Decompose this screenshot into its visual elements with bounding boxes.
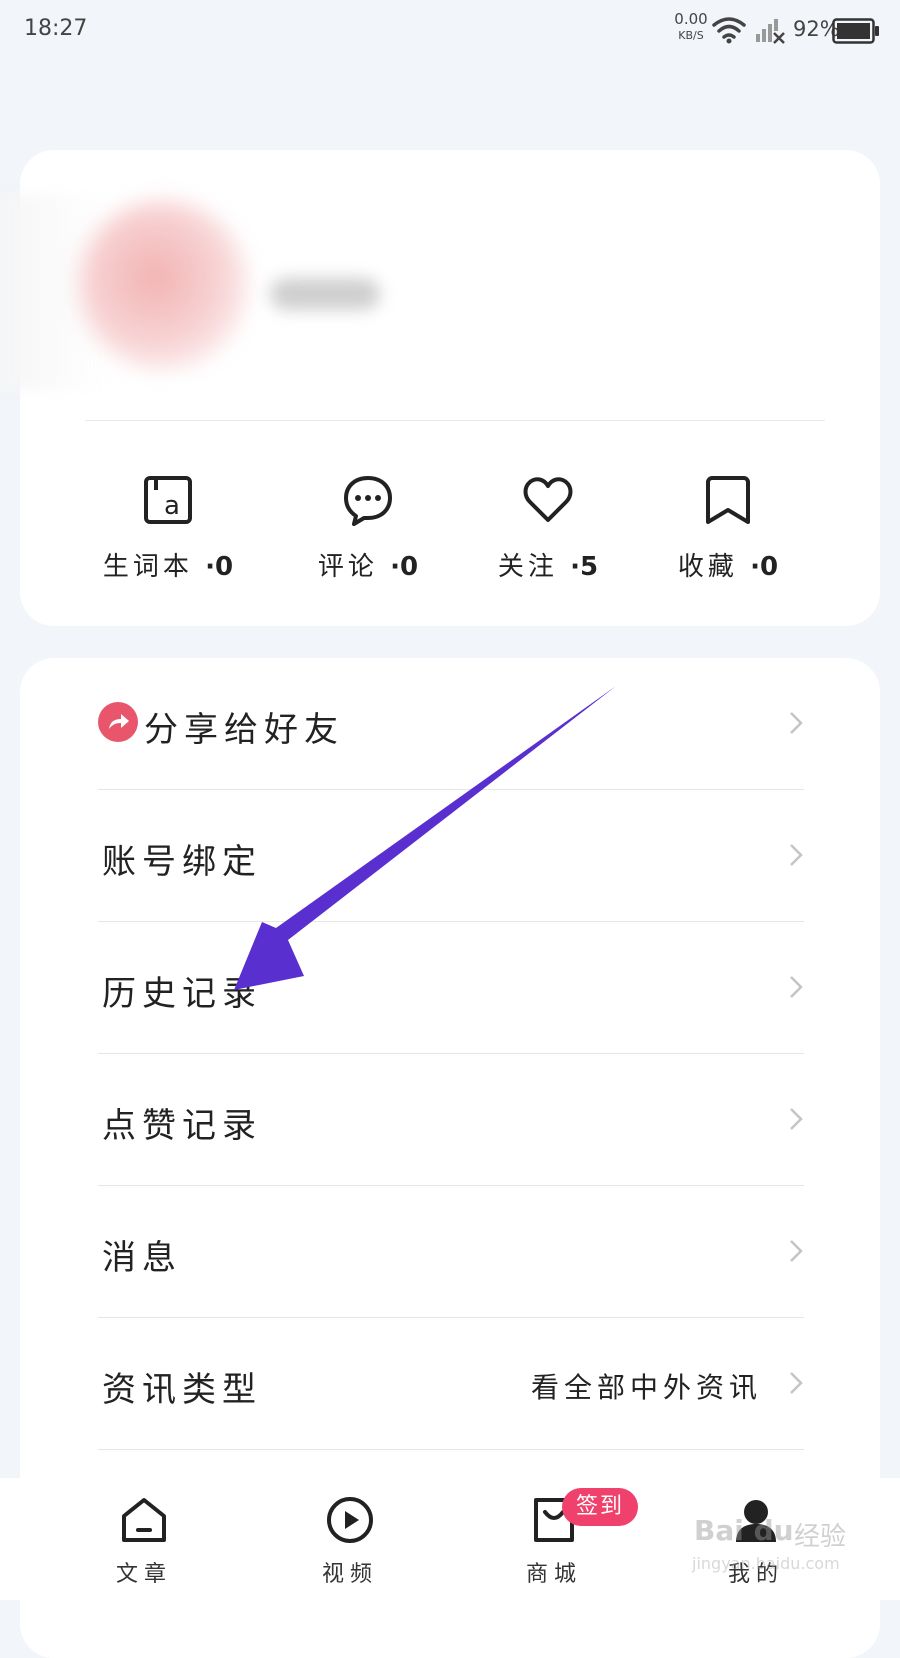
chevron-right-icon (790, 844, 803, 866)
cellular-signal-icon (756, 19, 785, 44)
battery-icon (832, 18, 879, 44)
watermark-brand-cn: 经验 (794, 1522, 847, 1552)
stat-vocabulary[interactable]: a 生词本 ·0 (78, 470, 258, 600)
comment-bubble-icon (344, 476, 392, 526)
nav-item-shop-label: 商城 (525, 1562, 582, 1587)
avatar[interactable] (78, 200, 248, 370)
profile-card: a 生词本 ·0 评论 ·0 关注 ·5 收藏 ·0 (0, 150, 880, 626)
menu-item-news-type[interactable]: 资讯类型 看全部中外资讯 (98, 1318, 804, 1450)
nav-item-videos[interactable]: 视频 (290, 1494, 410, 1594)
chevron-right-icon (790, 1240, 803, 1262)
menu-item-likes-label: 点赞记录 (102, 1106, 262, 1146)
chevron-right-icon (790, 712, 803, 734)
vocabulary-book-icon: a (144, 476, 192, 524)
menu-item-news-type-value: 看全部中外资讯 (530, 1371, 762, 1404)
stat-favorites-label: 收藏 (677, 552, 738, 582)
status-bar: 18:27 0.00 KB/S 92% (0, 0, 900, 64)
username[interactable] (270, 278, 380, 310)
stat-following-label: 关注 (497, 552, 558, 582)
chevron-right-icon (790, 976, 803, 998)
stat-comments-label: 评论 (317, 552, 378, 582)
chevron-right-icon (790, 1372, 803, 1394)
status-time: 18:27 (24, 16, 88, 41)
svg-text:a: a (164, 491, 180, 521)
menu-item-share[interactable]: 分享给好友 (98, 658, 804, 790)
stat-vocabulary-label: 生词本 (102, 552, 193, 582)
menu-divider (98, 1449, 804, 1450)
profile-divider (85, 420, 825, 421)
menu-item-account-binding-label: 账号绑定 (102, 842, 262, 882)
watermark-brand: Bai du (694, 1514, 794, 1547)
menu-item-history[interactable]: 历史记录 (98, 922, 804, 1054)
wifi-icon (712, 17, 746, 44)
stat-comments[interactable]: 评论 ·0 (278, 470, 458, 600)
play-circle-icon (327, 1497, 373, 1543)
stat-favorites[interactable]: 收藏 ·0 (638, 470, 818, 600)
stat-following[interactable]: 关注 ·5 (458, 470, 638, 600)
stat-comments-count: ·0 (390, 552, 419, 582)
stat-following-count: ·5 (570, 552, 599, 582)
check-in-badge[interactable]: 签到 (562, 1488, 639, 1526)
network-speed: 0.00 KB/S (670, 10, 712, 42)
share-icon (98, 702, 138, 742)
menu-item-messages[interactable]: 消息 (98, 1186, 804, 1318)
menu-item-account-binding[interactable]: 账号绑定 (98, 790, 804, 922)
nav-item-articles[interactable]: 文章 (84, 1494, 204, 1594)
watermark: Bai du 经验 jingyan.baidu.com (690, 1510, 880, 1590)
home-icon (122, 1498, 166, 1542)
profile-stats: a 生词本 ·0 评论 ·0 关注 ·5 收藏 ·0 (20, 470, 880, 600)
menu-item-news-type-label: 资讯类型 (102, 1370, 262, 1410)
heart-icon (523, 477, 573, 522)
nav-item-articles-label: 文章 (115, 1562, 172, 1587)
chevron-right-icon (790, 1108, 803, 1130)
menu-item-history-label: 历史记录 (102, 974, 262, 1014)
stat-favorites-count: ·0 (750, 552, 779, 582)
menu-item-messages-label: 消息 (102, 1238, 182, 1278)
menu-item-likes[interactable]: 点赞记录 (98, 1054, 804, 1186)
watermark-url: jingyan.baidu.com (692, 1554, 840, 1573)
network-speed-value: 0.00 (674, 10, 708, 28)
network-speed-unit: KB/S (678, 29, 704, 42)
bookmark-icon (706, 476, 750, 524)
menu-item-share-label: 分享给好友 (144, 710, 344, 750)
stat-vocabulary-count: ·0 (205, 552, 234, 582)
nav-item-videos-label: 视频 (321, 1562, 378, 1587)
nav-item-shop[interactable]: 商城 签到 (494, 1488, 639, 1594)
